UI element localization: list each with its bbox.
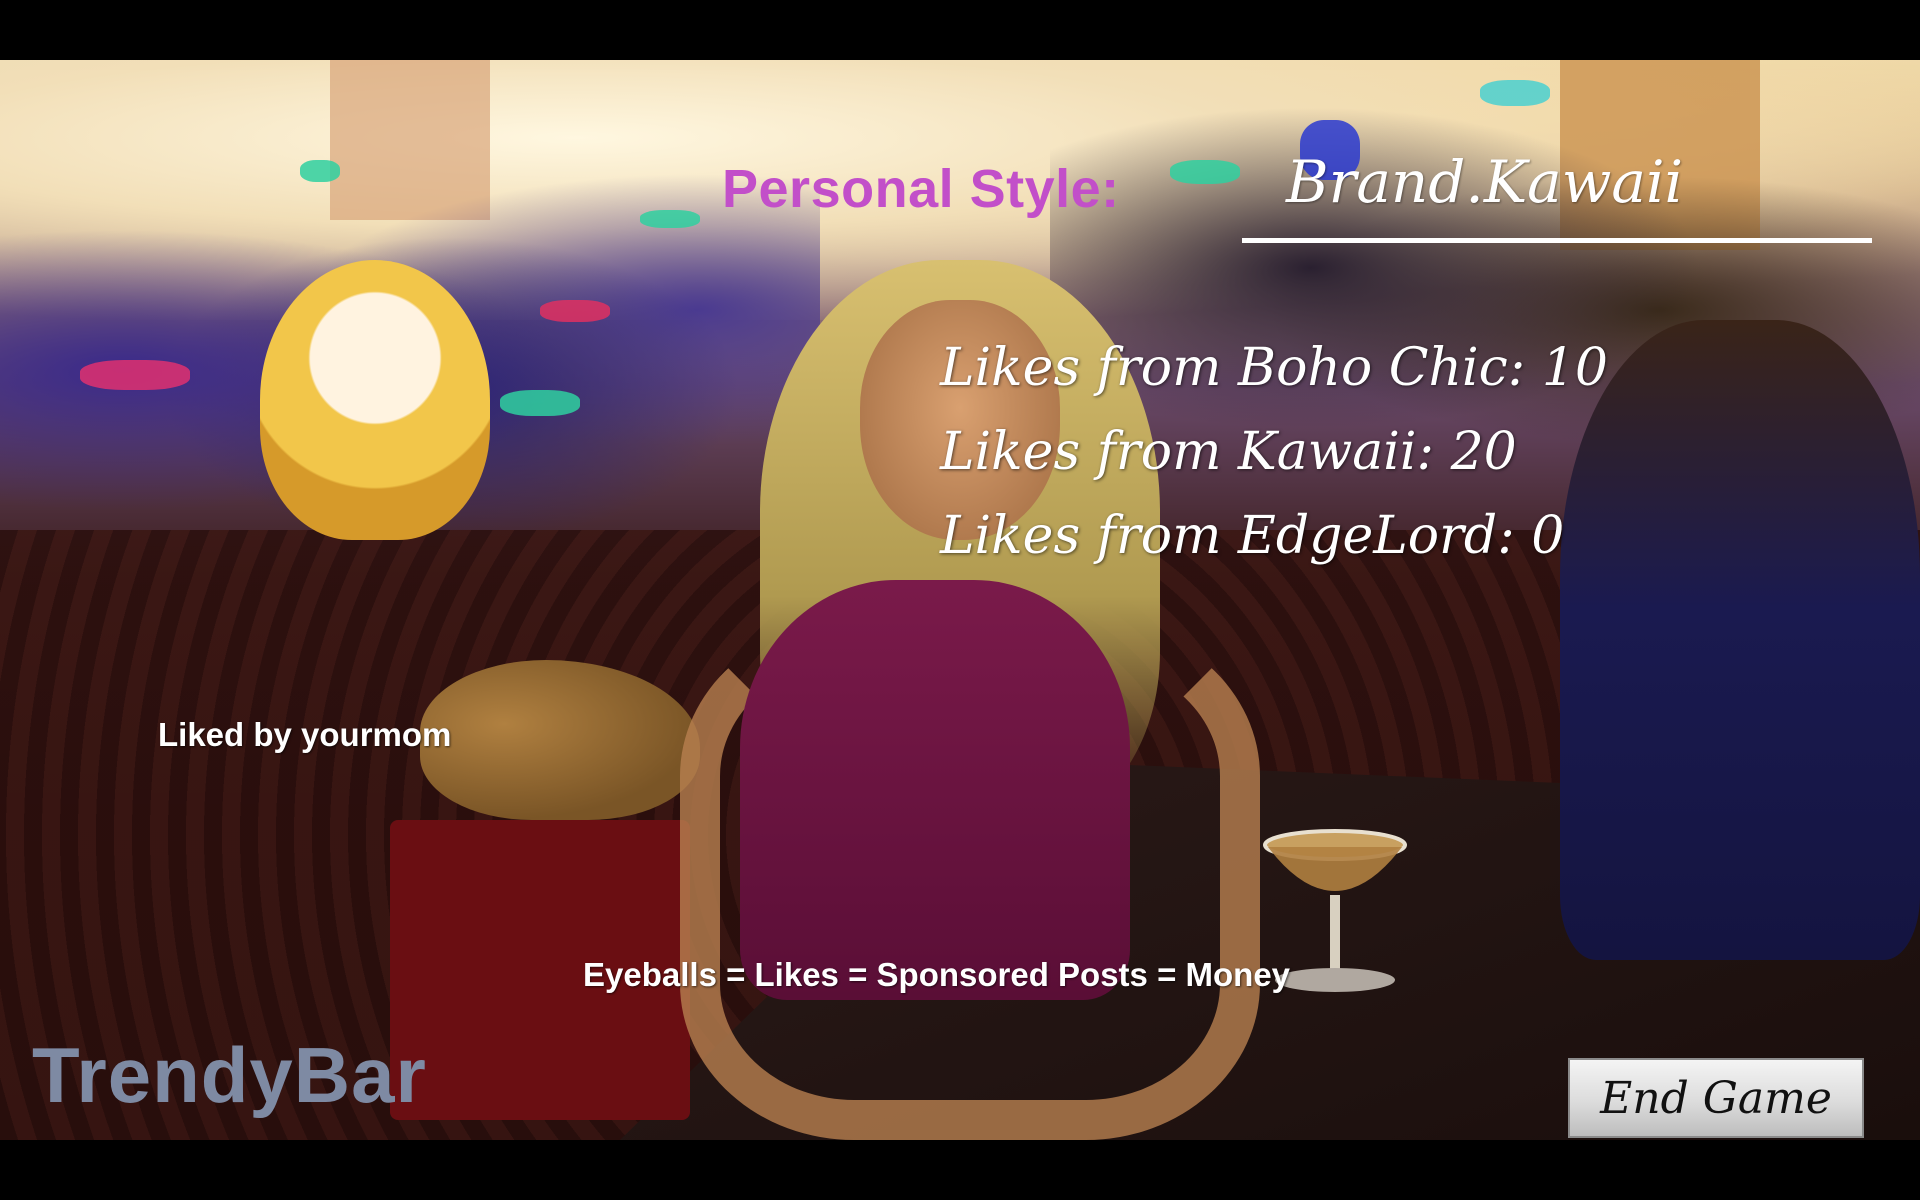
confetti-piece (300, 160, 340, 182)
character-dress (740, 580, 1130, 1000)
personal-style-label: Personal Style: (722, 159, 1120, 219)
location-name: TrendyBar (32, 1031, 427, 1119)
background-man-right (1560, 320, 1920, 960)
confetti-piece (500, 390, 580, 416)
end-game-button[interactable]: End Game (1568, 1058, 1864, 1138)
confetti-piece (80, 360, 190, 390)
confetti-piece (640, 210, 700, 228)
character-face (860, 300, 1060, 540)
likes-edgelord: Likes from EdgeLord: 0 (940, 506, 1565, 566)
likes-kawaii: Likes from Kawaii: 20 (940, 422, 1517, 482)
confetti-piece (540, 300, 610, 322)
tagline: Eyeballs = Likes = Sponsored Posts = Mon… (583, 956, 1291, 993)
confetti-piece (1170, 160, 1240, 184)
confetti-piece (1480, 80, 1550, 106)
personal-style-field[interactable]: Brand.Kawaii (1242, 138, 1872, 243)
personal-style-value: Brand.Kawaii (1286, 148, 1684, 216)
liked-by-notification: Liked by yourmom (158, 716, 452, 753)
likes-boho-chic: Likes from Boho Chic: 10 (940, 338, 1609, 398)
game-screen: Personal Style: Brand.Kawaii Likes from … (0, 0, 1920, 1200)
kawaii-plush-toy (260, 260, 490, 540)
